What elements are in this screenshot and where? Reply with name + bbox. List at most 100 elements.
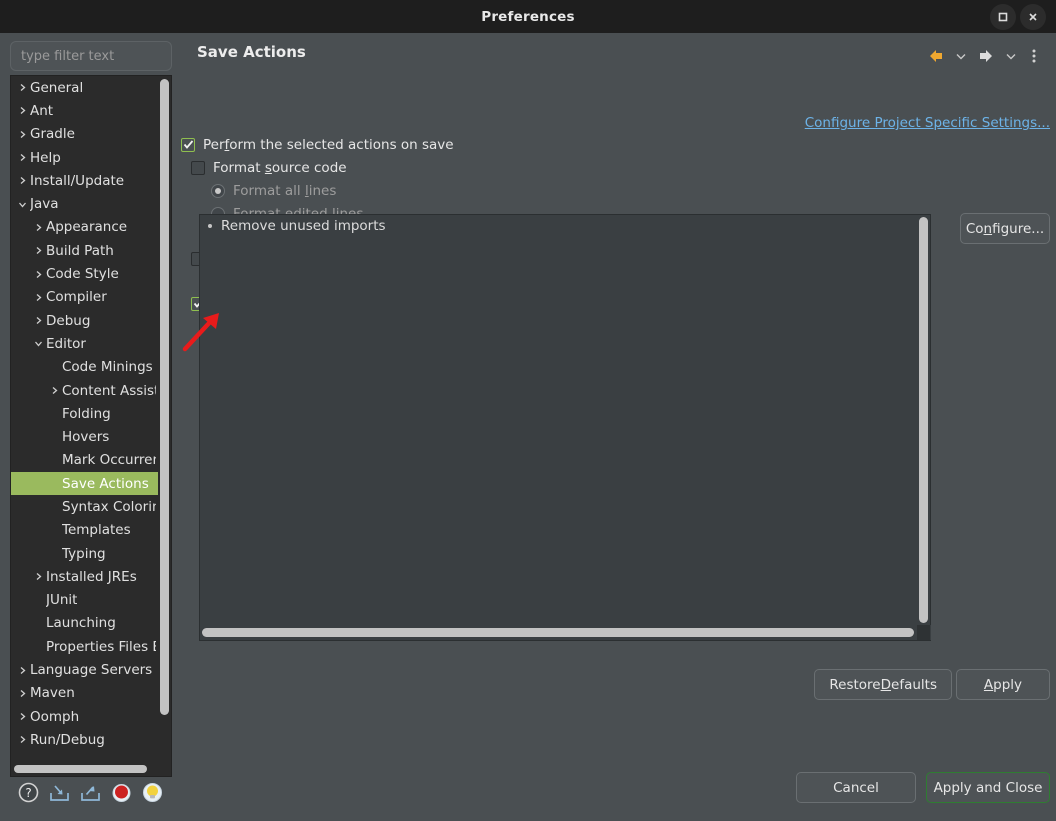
stop-icon[interactable] — [111, 782, 132, 803]
sidebar-item-maven[interactable]: Maven — [11, 682, 158, 705]
sidebar-item-java[interactable]: Java — [11, 192, 158, 215]
perform-actions-checkbox[interactable] — [181, 137, 195, 152]
tree-horizontal-scrollbar[interactable] — [12, 763, 169, 775]
close-button[interactable] — [1020, 3, 1046, 30]
sidebar-item-label: Java — [30, 196, 59, 213]
dialog-button-bar: Cancel Apply and Close — [796, 772, 1050, 803]
sidebar-item-gradle[interactable]: Gradle — [11, 123, 158, 146]
sidebar-item-debug[interactable]: Debug — [11, 309, 158, 332]
sidebar-item-save-actions[interactable]: Save Actions — [11, 472, 158, 496]
filter-input[interactable] — [10, 41, 172, 71]
sidebar-item-properties-files-editor[interactable]: Properties Files Editor — [11, 635, 158, 658]
sidebar-item-label: Maven — [30, 685, 75, 702]
tree-horizontal-scroll-thumb[interactable] — [14, 765, 147, 773]
chevron-right-icon[interactable] — [31, 223, 46, 232]
list-vertical-scroll-thumb[interactable] — [919, 217, 928, 623]
sidebar-item-installed-jres[interactable]: Installed JREs — [11, 565, 158, 588]
configure-button[interactable]: Co n figure... — [960, 213, 1050, 244]
back-dropdown-icon[interactable] — [951, 47, 971, 65]
chevron-right-icon[interactable] — [15, 130, 30, 139]
list-horizontal-scrollbar[interactable] — [200, 625, 931, 640]
chevron-right-icon[interactable] — [15, 83, 30, 92]
format-all-lines-radio[interactable] — [211, 183, 225, 198]
sidebar-item-hovers[interactable]: Hovers — [11, 425, 158, 448]
forward-dropdown-icon[interactable] — [1001, 47, 1021, 65]
perform-actions-row[interactable]: Perform the selected actions on save — [181, 133, 1056, 156]
sidebar-item-label: Content Assist — [62, 382, 156, 399]
sidebar-item-folding[interactable]: Folding — [11, 402, 158, 425]
sidebar-item-typing[interactable]: Typing — [11, 542, 158, 565]
format-all-lines-row[interactable]: Format all lines — [211, 179, 1056, 202]
window-controls — [990, 3, 1056, 30]
forward-arrow-icon[interactable] — [974, 45, 998, 67]
sidebar-item-install-update[interactable]: Install/Update — [11, 169, 158, 192]
chevron-right-icon[interactable] — [15, 153, 30, 162]
list-item[interactable]: Remove unused imports — [200, 215, 930, 236]
format-source-row[interactable]: Format source code — [191, 156, 1056, 179]
sidebar-item-build-path[interactable]: Build Path — [11, 239, 158, 262]
tree-vertical-scrollbar[interactable] — [159, 77, 170, 749]
restore-defaults-button[interactable]: Restore Defaults — [814, 669, 952, 700]
sidebar-item-label: Syntax Coloring — [62, 498, 156, 515]
list-vertical-scrollbar[interactable] — [917, 215, 930, 625]
sidebar-item-language-servers[interactable]: Language Servers — [11, 658, 158, 681]
sidebar-item-appearance[interactable]: Appearance — [11, 216, 158, 239]
list-horizontal-scroll-thumb[interactable] — [202, 628, 914, 637]
sidebar-item-junit[interactable]: JUnit — [11, 589, 158, 612]
sidebar-item-syntax-coloring[interactable]: Syntax Coloring — [11, 495, 158, 518]
sidebar-item-ant[interactable]: Ant — [11, 99, 158, 122]
sidebar-item-label: Language Servers — [30, 662, 153, 679]
chevron-right-icon[interactable] — [47, 386, 62, 395]
content-panel: Save Actions Configure Project Specific … — [181, 33, 1056, 821]
sidebar-item-label: Templates — [62, 522, 131, 539]
sidebar-item-launching[interactable]: Launching — [11, 612, 158, 635]
sidebar-item-label: Help — [30, 149, 61, 166]
list-scroll-corner — [917, 625, 930, 640]
configure-project-specific-settings-link[interactable]: Configure Project Specific Settings... — [805, 115, 1050, 131]
sidebar-item-help[interactable]: Help — [11, 146, 158, 169]
tree-vertical-scroll-thumb[interactable] — [160, 79, 169, 715]
chevron-right-icon[interactable] — [15, 666, 30, 675]
chevron-down-icon[interactable] — [15, 200, 30, 209]
tip-icon[interactable] — [142, 782, 163, 803]
sidebar-item-compiler[interactable]: Compiler — [11, 286, 158, 309]
chevron-right-icon[interactable] — [15, 106, 30, 115]
sidebar-item-label: JUnit — [46, 592, 78, 609]
chevron-right-icon[interactable] — [31, 246, 46, 255]
chevron-right-icon[interactable] — [31, 316, 46, 325]
chevron-right-icon[interactable] — [15, 735, 30, 744]
sidebar-item-code-style[interactable]: Code Style — [11, 262, 158, 285]
sidebar-item-code-minings[interactable]: Code Minings — [11, 356, 158, 379]
export-icon[interactable] — [80, 782, 101, 803]
status-icon-bar: ? — [18, 782, 163, 803]
chevron-right-icon[interactable] — [31, 293, 46, 302]
apply-and-close-button[interactable]: Apply and Close — [926, 772, 1050, 803]
preference-tree[interactable]: General Ant Gradle Help Install/Update Java Ap… — [10, 75, 172, 777]
chevron-right-icon[interactable] — [31, 270, 46, 279]
sidebar-item-oomph[interactable]: Oomph — [11, 705, 158, 728]
chevron-right-icon[interactable] — [15, 689, 30, 698]
svg-text:?: ? — [25, 786, 31, 800]
sidebar-item-mark-occurrences[interactable]: Mark Occurrences — [11, 449, 158, 472]
sidebar-item-general[interactable]: General — [11, 76, 158, 99]
apply-button[interactable]: Apply — [956, 669, 1050, 700]
maximize-button[interactable] — [990, 3, 1016, 30]
back-arrow-icon[interactable] — [924, 45, 948, 67]
cancel-button[interactable]: Cancel — [796, 772, 916, 803]
import-icon[interactable] — [49, 782, 70, 803]
sidebar-item-run-debug[interactable]: Run/Debug — [11, 728, 158, 751]
chevron-right-icon[interactable] — [15, 712, 30, 721]
sidebar-item-label: Build Path — [46, 242, 114, 259]
chevron-right-icon[interactable] — [15, 176, 30, 185]
chevron-down-icon[interactable] — [31, 339, 46, 348]
sidebar-item-content-assist[interactable]: Content Assist — [11, 379, 158, 402]
list-item-label: Remove unused imports — [221, 217, 386, 234]
view-menu-icon[interactable] — [1024, 45, 1044, 67]
chevron-right-icon[interactable] — [31, 572, 46, 581]
sidebar-item-editor[interactable]: Editor — [11, 332, 158, 355]
additional-actions-list[interactable]: Remove unused imports — [199, 214, 931, 641]
sidebar-item-templates[interactable]: Templates — [11, 519, 158, 542]
list-items-container: Remove unused imports — [200, 215, 930, 236]
format-source-checkbox[interactable] — [191, 160, 205, 175]
help-icon[interactable]: ? — [18, 782, 39, 803]
